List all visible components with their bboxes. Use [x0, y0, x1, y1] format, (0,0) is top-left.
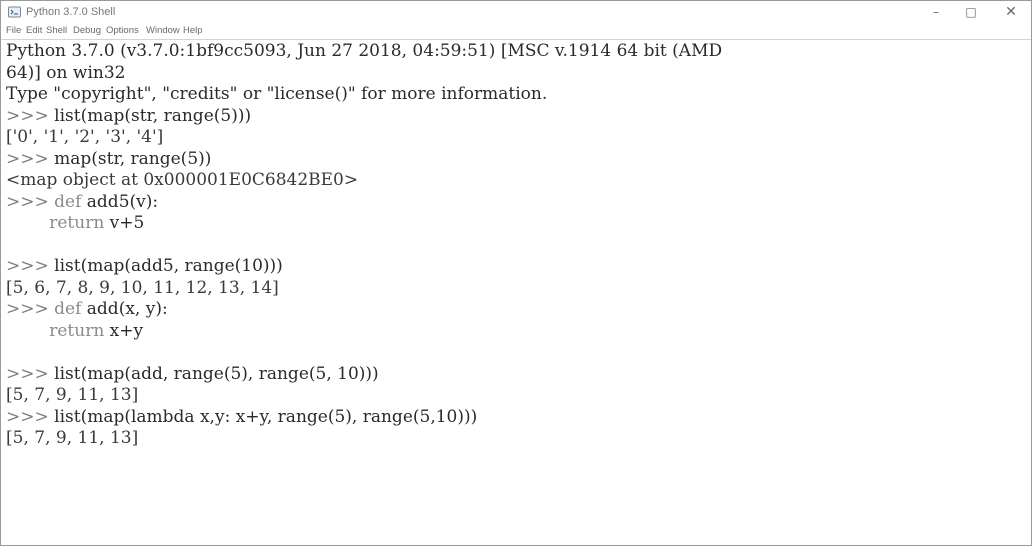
menu-window[interactable]: Window — [146, 25, 180, 37]
input-line: list(map(add5, range(10))) — [54, 256, 283, 276]
input-line: list(map(lambda x,y: x+y, range(5), rang… — [54, 406, 478, 427]
menu-options[interactable]: Options — [106, 25, 139, 37]
banner-line: Type "copyright", "credits" or "license(… — [6, 84, 548, 104]
menu-bar: File Edit Shell Debug Options Window Hel… — [1, 23, 1031, 39]
maximize-button[interactable]: □ — [956, 1, 986, 23]
banner-line: 64)] on win32 — [6, 62, 126, 83]
input-line: x+y — [104, 320, 144, 341]
return-keyword: return — [49, 213, 105, 233]
close-button[interactable]: ✕ — [996, 1, 1026, 23]
output-line: <map object at 0x000001E0C6842BE0> — [6, 170, 359, 190]
shell-prompt: >>> — [6, 406, 55, 427]
menu-debug[interactable]: Debug — [73, 25, 101, 37]
input-line: add(x, y): — [81, 299, 168, 319]
output-line: [5, 7, 9, 11, 13] — [6, 385, 139, 405]
menu-help[interactable]: Help — [183, 25, 203, 37]
output-line: [5, 7, 9, 11, 13] — [6, 428, 139, 448]
idle-shell-window: Python 3.7.0 Shell – □ ✕ File Edit Shell… — [0, 0, 1032, 546]
shell-prompt: >>> — [6, 191, 55, 212]
python-app-icon — [8, 6, 21, 18]
output-line: [5, 6, 7, 8, 9, 10, 11, 12, 13, 14] — [6, 277, 279, 298]
banner-line: Python 3.7.0 (v3.7.0:1bf9cc5093, Jun 27 … — [6, 41, 723, 61]
shell-prompt: >>> — [6, 256, 55, 276]
shell-transcript: Python 3.7.0 (v3.7.0:1bf9cc5093, Jun 27 … — [6, 41, 722, 450]
minimize-button[interactable]: – — [921, 1, 951, 23]
input-line: list(map(add, range(5), range(5, 10))) — [54, 363, 379, 384]
output-line: ['0', '1', '2', '3', '4'] — [6, 127, 164, 147]
menu-shell[interactable]: Shell — [46, 25, 67, 37]
input-line: list(map(str, range(5))) — [54, 105, 252, 126]
shell-prompt: >>> — [6, 299, 55, 319]
window-title: Python 3.7.0 Shell — [26, 6, 116, 18]
shell-prompt: >>> — [6, 105, 55, 126]
input-line: map(str, range(5)) — [54, 148, 212, 169]
shell-prompt: >>> — [6, 148, 55, 169]
input-line: add5(v): — [81, 191, 159, 212]
return-keyword: return — [49, 320, 105, 341]
def-keyword: def — [54, 191, 82, 212]
shell-text-area[interactable]: Python 3.7.0 (v3.7.0:1bf9cc5093, Jun 27 … — [1, 39, 1031, 545]
title-bar[interactable]: Python 3.7.0 Shell – □ ✕ — [1, 1, 1031, 23]
input-line: v+5 — [104, 213, 145, 233]
menu-file[interactable]: File — [6, 25, 21, 37]
shell-prompt: >>> — [6, 363, 55, 384]
def-keyword: def — [54, 299, 82, 319]
menu-edit[interactable]: Edit — [26, 25, 42, 37]
